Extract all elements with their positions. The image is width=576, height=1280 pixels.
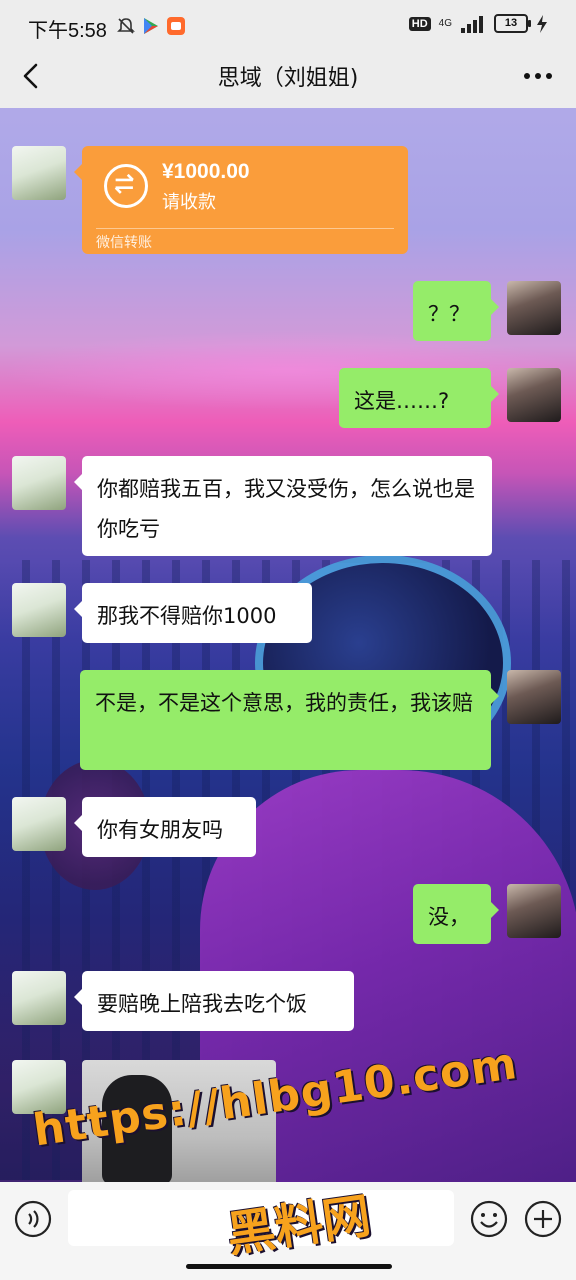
sent-message-bubble[interactable]: ？？ bbox=[413, 281, 499, 341]
contact-avatar[interactable] bbox=[12, 456, 66, 510]
transfer-status: 请收款 bbox=[162, 192, 216, 213]
chat-title: 思域（刘姐姐) bbox=[217, 66, 359, 91]
contact-avatar[interactable] bbox=[12, 797, 66, 851]
sent-message-bubble[interactable]: 没， bbox=[413, 884, 499, 944]
user-avatar[interactable] bbox=[507, 884, 561, 938]
transfer-footer: 微信转账 bbox=[96, 235, 152, 251]
voice-icon[interactable] bbox=[14, 1200, 52, 1238]
contact-avatar[interactable] bbox=[12, 146, 66, 200]
user-avatar[interactable] bbox=[507, 670, 561, 724]
plus-icon[interactable] bbox=[524, 1200, 562, 1238]
battery-level: 13 bbox=[494, 14, 531, 33]
received-message-bubble[interactable]: 你有女朋友吗 bbox=[74, 797, 256, 857]
play-store-icon bbox=[144, 18, 158, 34]
transfer-icon bbox=[104, 164, 148, 208]
transfer-divider bbox=[96, 228, 394, 229]
emoji-icon[interactable] bbox=[470, 1200, 508, 1238]
signal-icon bbox=[461, 15, 483, 33]
hd-badge: HD bbox=[408, 16, 431, 31]
transfer-card[interactable]: ¥1000.00 请收款 微信转账 bbox=[74, 146, 408, 254]
user-avatar[interactable] bbox=[507, 368, 561, 422]
transfer-amount: ¥1000.00 bbox=[162, 160, 250, 183]
status-indicators: HD 4G 13 bbox=[408, 14, 548, 33]
user-avatar[interactable] bbox=[507, 281, 561, 335]
contact-avatar[interactable] bbox=[12, 583, 66, 637]
received-message-bubble[interactable]: 那我不得赔你1000 bbox=[74, 583, 312, 643]
status-time: 下午5:58 bbox=[28, 20, 107, 42]
mute-bell-icon bbox=[117, 18, 135, 34]
home-indicator[interactable] bbox=[186, 1264, 392, 1269]
sent-message-bubble[interactable]: 不是，不是这个意思，我的责任，我该赔 bbox=[80, 670, 499, 770]
charging-icon bbox=[537, 14, 547, 33]
contact-avatar[interactable] bbox=[12, 971, 66, 1025]
app-notification-icon bbox=[167, 17, 185, 35]
sent-message-bubble[interactable]: 这是……? bbox=[339, 368, 499, 428]
received-message-bubble[interactable]: 要赔晚上陪我去吃个饭 bbox=[74, 971, 354, 1031]
top-bar: 下午5:58 HD 4G 13 思域（刘姐姐) bbox=[0, 0, 576, 108]
network-type: 4G bbox=[438, 17, 452, 29]
more-dots-icon[interactable] bbox=[522, 62, 554, 90]
received-message-bubble[interactable]: 你都赔我五百，我又没受伤，怎么说也是你吃亏 bbox=[74, 456, 492, 556]
